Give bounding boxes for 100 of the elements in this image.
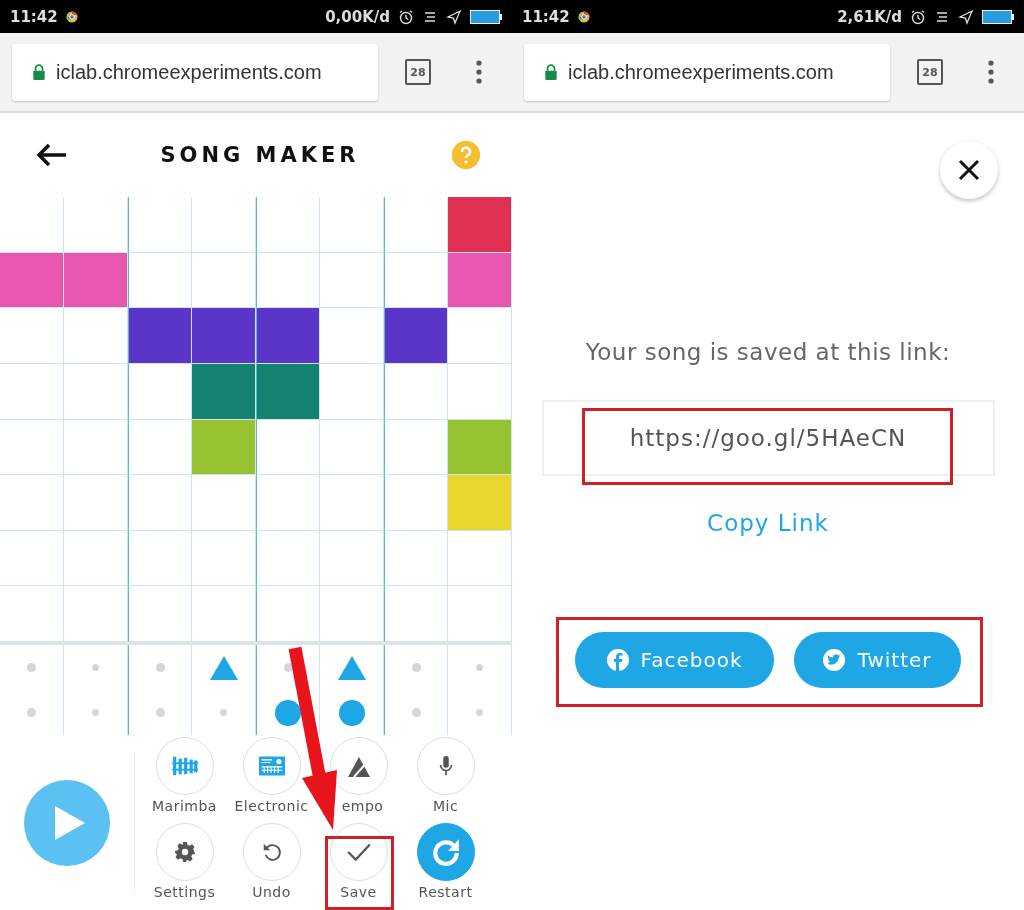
empty-beat-dot[interactable] bbox=[283, 663, 293, 672]
grid-cell[interactable] bbox=[384, 363, 448, 420]
empty-beat-dot[interactable] bbox=[155, 663, 165, 672]
browser-logo-icon bbox=[577, 10, 590, 23]
back-arrow-icon[interactable] bbox=[36, 143, 68, 167]
status-time: 11:42 bbox=[10, 7, 58, 26]
empty-beat-dot[interactable] bbox=[411, 708, 421, 717]
link-field[interactable]: https://goo.gl/5HAeCN bbox=[541, 400, 995, 476]
note-block[interactable] bbox=[192, 308, 256, 364]
empty-beat-dot[interactable] bbox=[155, 708, 165, 717]
empty-beat-dot[interactable] bbox=[27, 663, 36, 672]
grid-cell[interactable] bbox=[320, 363, 384, 420]
keyboard-icon bbox=[258, 754, 285, 777]
grid-cell[interactable] bbox=[64, 475, 128, 531]
grid-cell[interactable] bbox=[0, 586, 64, 642]
saved-message: Your song is saved at this link: bbox=[585, 339, 951, 365]
close-icon bbox=[958, 159, 980, 181]
grid-cell[interactable] bbox=[192, 475, 256, 531]
grid-cell[interactable] bbox=[128, 586, 192, 642]
note-block[interactable] bbox=[64, 252, 128, 309]
url-text: iclab.chromeexperiments.com bbox=[56, 60, 322, 84]
tool-label: Save bbox=[340, 883, 377, 900]
tool-label: Settings bbox=[153, 883, 216, 900]
grid-cell[interactable] bbox=[384, 586, 448, 642]
tool-label: Electronic bbox=[234, 797, 309, 814]
marimba-icon bbox=[171, 754, 198, 777]
lock-icon bbox=[544, 64, 558, 80]
note-grid[interactable] bbox=[0, 197, 512, 645]
grid-cell[interactable] bbox=[384, 530, 448, 587]
grid-cell[interactable] bbox=[128, 530, 192, 587]
empty-beat-dot[interactable] bbox=[476, 664, 483, 671]
help-icon[interactable] bbox=[452, 141, 480, 169]
facebook-icon bbox=[606, 649, 629, 671]
grid-cell[interactable] bbox=[256, 475, 320, 531]
grid-cell[interactable] bbox=[320, 475, 384, 531]
address-bar[interactable]: iclab.chromeexperiments.com bbox=[524, 43, 890, 101]
network-speed: 2,61K/d bbox=[837, 7, 902, 26]
grid-cell[interactable] bbox=[64, 363, 128, 420]
grid-cell[interactable] bbox=[192, 586, 256, 642]
grid-cell[interactable] bbox=[64, 419, 128, 476]
grid-cell[interactable] bbox=[128, 475, 192, 531]
empty-beat-dot[interactable] bbox=[476, 709, 483, 716]
grid-cell[interactable] bbox=[192, 197, 256, 253]
status-time: 11:42 bbox=[522, 7, 570, 26]
grid-cell[interactable] bbox=[0, 363, 64, 420]
grid-cell[interactable] bbox=[320, 419, 384, 476]
grid-cell[interactable] bbox=[256, 530, 320, 587]
triangle-beat[interactable] bbox=[337, 655, 366, 680]
browser-logo-icon bbox=[65, 10, 78, 23]
note-block[interactable] bbox=[128, 308, 192, 364]
send-icon bbox=[446, 8, 462, 25]
grid-cell[interactable] bbox=[64, 586, 128, 642]
grid-cell[interactable] bbox=[320, 197, 384, 253]
grid-cell[interactable] bbox=[320, 586, 384, 642]
note-block[interactable] bbox=[448, 197, 512, 253]
tool-label: empo bbox=[340, 797, 384, 814]
tool-label: Undo bbox=[252, 883, 291, 900]
grid-cell[interactable] bbox=[0, 308, 64, 364]
empty-beat-dot[interactable] bbox=[92, 664, 99, 671]
note-block[interactable] bbox=[192, 363, 256, 420]
grid-cell[interactable] bbox=[64, 197, 128, 253]
network-speed: 0,00K/d bbox=[325, 7, 390, 26]
empty-beat-dot[interactable] bbox=[27, 708, 36, 717]
play-icon bbox=[55, 805, 85, 840]
grid-cell[interactable] bbox=[256, 197, 320, 253]
note-block[interactable] bbox=[384, 308, 448, 364]
empty-beat-dot[interactable] bbox=[411, 663, 421, 672]
note-block[interactable] bbox=[256, 363, 320, 420]
grid-cell[interactable] bbox=[256, 586, 320, 642]
twitter-icon bbox=[823, 649, 846, 671]
note-block[interactable] bbox=[256, 308, 320, 364]
alarm-icon bbox=[910, 8, 926, 25]
triangle-beat[interactable] bbox=[209, 655, 238, 680]
more-menu-icon[interactable] bbox=[988, 60, 994, 84]
battery-icon bbox=[982, 9, 1014, 24]
empty-beat-dot[interactable] bbox=[92, 709, 99, 716]
circle-beat[interactable] bbox=[275, 699, 301, 726]
grid-cell[interactable] bbox=[320, 252, 384, 309]
empty-beat-dot[interactable] bbox=[220, 709, 227, 716]
tab-count-button[interactable]: 28 bbox=[405, 59, 431, 85]
close-button[interactable] bbox=[940, 141, 998, 199]
note-block[interactable] bbox=[448, 252, 512, 309]
circle-beat[interactable] bbox=[338, 699, 365, 726]
grid-cell[interactable] bbox=[128, 197, 192, 253]
grid-cell[interactable] bbox=[320, 530, 384, 587]
grid-cell[interactable] bbox=[0, 197, 64, 253]
grid-cell[interactable] bbox=[192, 530, 256, 587]
tool-label: Marimba bbox=[152, 797, 217, 814]
grid-cell[interactable] bbox=[64, 530, 128, 587]
grid-cell[interactable] bbox=[0, 530, 64, 587]
note-block[interactable] bbox=[0, 252, 64, 309]
more-menu-icon[interactable] bbox=[476, 60, 482, 84]
tab-count-button[interactable]: 28 bbox=[917, 59, 943, 85]
address-bar[interactable]: iclab.chromeexperiments.com bbox=[12, 43, 378, 101]
grid-cell[interactable] bbox=[0, 475, 64, 531]
grid-cell[interactable] bbox=[256, 419, 320, 476]
alarm-icon bbox=[398, 8, 414, 25]
tool-label: Restart bbox=[418, 883, 473, 900]
grid-cell[interactable] bbox=[0, 419, 64, 476]
tool-label: Mic bbox=[432, 797, 459, 814]
